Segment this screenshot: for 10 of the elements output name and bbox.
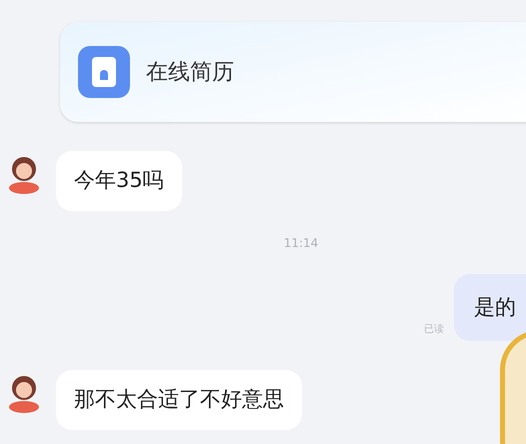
- message-bubble: 是的: [454, 274, 526, 341]
- avatar-icon: [6, 373, 42, 413]
- read-status: 已读: [424, 322, 444, 337]
- timestamp: 11:14: [284, 234, 318, 252]
- card-title: 在线简历: [146, 58, 234, 86]
- resume-icon: [78, 46, 130, 98]
- avatar-icon: [6, 154, 42, 194]
- resume-card[interactable]: 在线简历: [60, 22, 526, 122]
- message-bubble: 今年35吗: [56, 151, 182, 210]
- message-bubble: 那不太合适了不好意思: [56, 370, 302, 430]
